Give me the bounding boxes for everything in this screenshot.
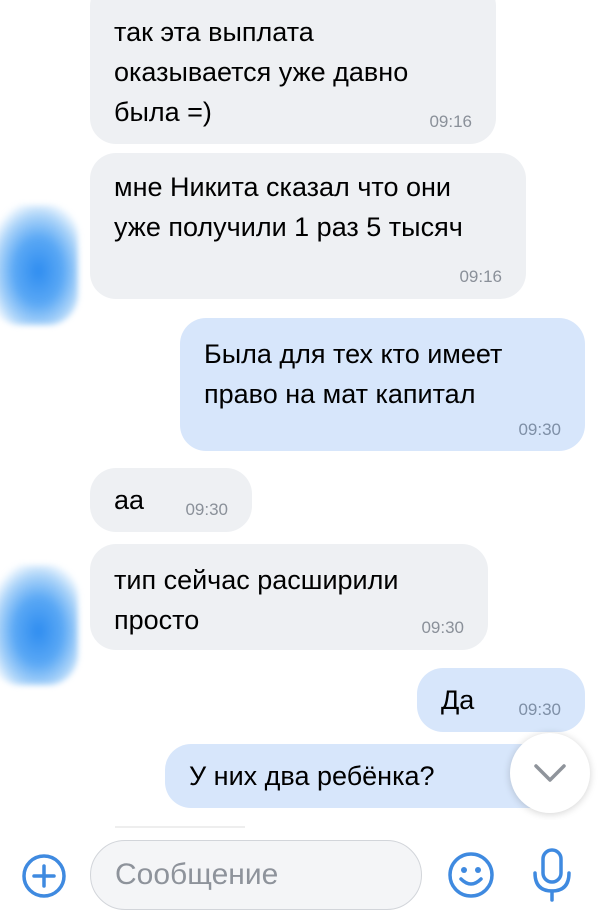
message-time: 09:16 <box>429 112 472 131</box>
message-input[interactable]: Сообщение <box>90 840 422 910</box>
message-text: аа <box>114 485 145 515</box>
message-input-placeholder: Сообщение <box>115 858 279 891</box>
message-bubble-outgoing[interactable]: Была для тех кто имеет право на мат капи… <box>180 318 585 451</box>
chevron-down-icon <box>534 764 566 782</box>
message-time: 09:30 <box>518 420 561 439</box>
message-text: Была для тех кто имеет право на мат капи… <box>204 339 503 409</box>
message-text: так эта выплата оказывается уже давно бы… <box>114 17 409 127</box>
message-text: мне Никита сказал что они уже получили 1… <box>114 172 463 242</box>
scroll-to-bottom-button[interactable] <box>510 733 590 813</box>
message-list[interactable]: так эта выплата оказывается уже давно бы… <box>0 0 600 820</box>
message-bubble-incoming[interactable]: мне Никита сказал что они уже получили 1… <box>90 153 526 299</box>
avatar[interactable] <box>0 205 78 325</box>
message-text: тип сейчас расширили просто <box>114 565 399 635</box>
emoji-button[interactable] <box>446 850 496 900</box>
message-bubble-outgoing[interactable]: Да 09:30 <box>417 668 585 732</box>
divider <box>115 826 245 828</box>
avatar[interactable] <box>0 565 78 685</box>
message-text: Да <box>441 685 475 715</box>
message-bubble-incoming[interactable]: так эта выплата оказывается уже давно бы… <box>90 0 496 144</box>
message-bubble-incoming[interactable]: аа 09:30 <box>90 468 252 532</box>
microphone-icon <box>533 848 571 902</box>
message-time: 09:16 <box>459 267 502 286</box>
message-time: 09:30 <box>518 700 561 719</box>
attach-button[interactable] <box>20 852 68 900</box>
message-time: 09:30 <box>421 618 464 637</box>
message-text: У них два ребёнка? <box>189 761 435 791</box>
voice-message-button[interactable] <box>530 846 574 904</box>
plus-circle-icon <box>22 854 66 898</box>
smiley-icon <box>448 852 494 898</box>
message-bubble-incoming[interactable]: тип сейчас расширили просто 09:30 <box>90 544 488 650</box>
message-time: 09:30 <box>185 500 228 519</box>
